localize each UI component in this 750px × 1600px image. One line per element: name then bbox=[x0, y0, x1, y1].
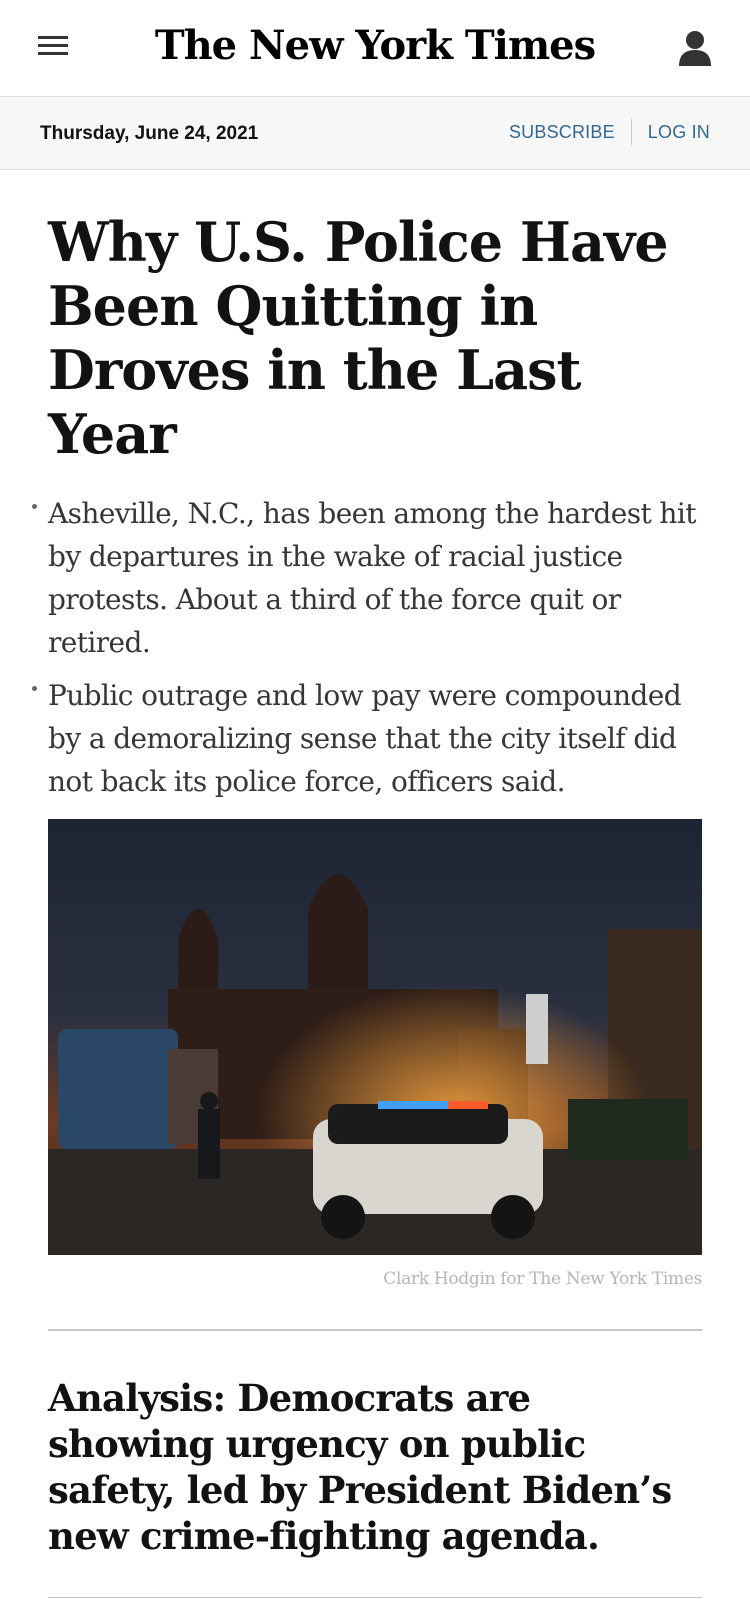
next-story-headline[interactable]: Analysis: Democrats are showing urgency … bbox=[48, 1375, 702, 1559]
article-main: Why U.S. Police Have Been Quitting in Dr… bbox=[0, 210, 750, 1598]
top-navigation-bar: The New York Times bbox=[0, 0, 750, 97]
section-divider-bottom bbox=[48, 1597, 702, 1598]
article-photo[interactable] bbox=[48, 819, 702, 1255]
date-subscribe-bar: Thursday, June 24, 2021 SUBSCRIBE LOG IN bbox=[0, 97, 750, 170]
summary-item: Asheville, N.C., has been among the hard… bbox=[32, 492, 702, 664]
login-link[interactable]: LOG IN bbox=[648, 122, 710, 143]
article-summary-list: Asheville, N.C., has been among the hard… bbox=[32, 492, 702, 803]
link-divider bbox=[630, 119, 632, 145]
current-date: Thursday, June 24, 2021 bbox=[40, 123, 259, 144]
article-headline[interactable]: Why U.S. Police Have Been Quitting in Dr… bbox=[48, 210, 702, 466]
user-account-icon[interactable] bbox=[678, 30, 712, 68]
summary-item: Public outrage and low pay were compound… bbox=[32, 674, 702, 803]
subscribe-link[interactable]: SUBSCRIBE bbox=[509, 122, 615, 143]
account-links: SUBSCRIBE LOG IN bbox=[509, 119, 710, 145]
photo-credit: Clark Hodgin for The New York Times bbox=[383, 1269, 702, 1289]
masthead-logo[interactable]: The New York Times bbox=[0, 22, 750, 69]
section-divider bbox=[48, 1329, 702, 1331]
